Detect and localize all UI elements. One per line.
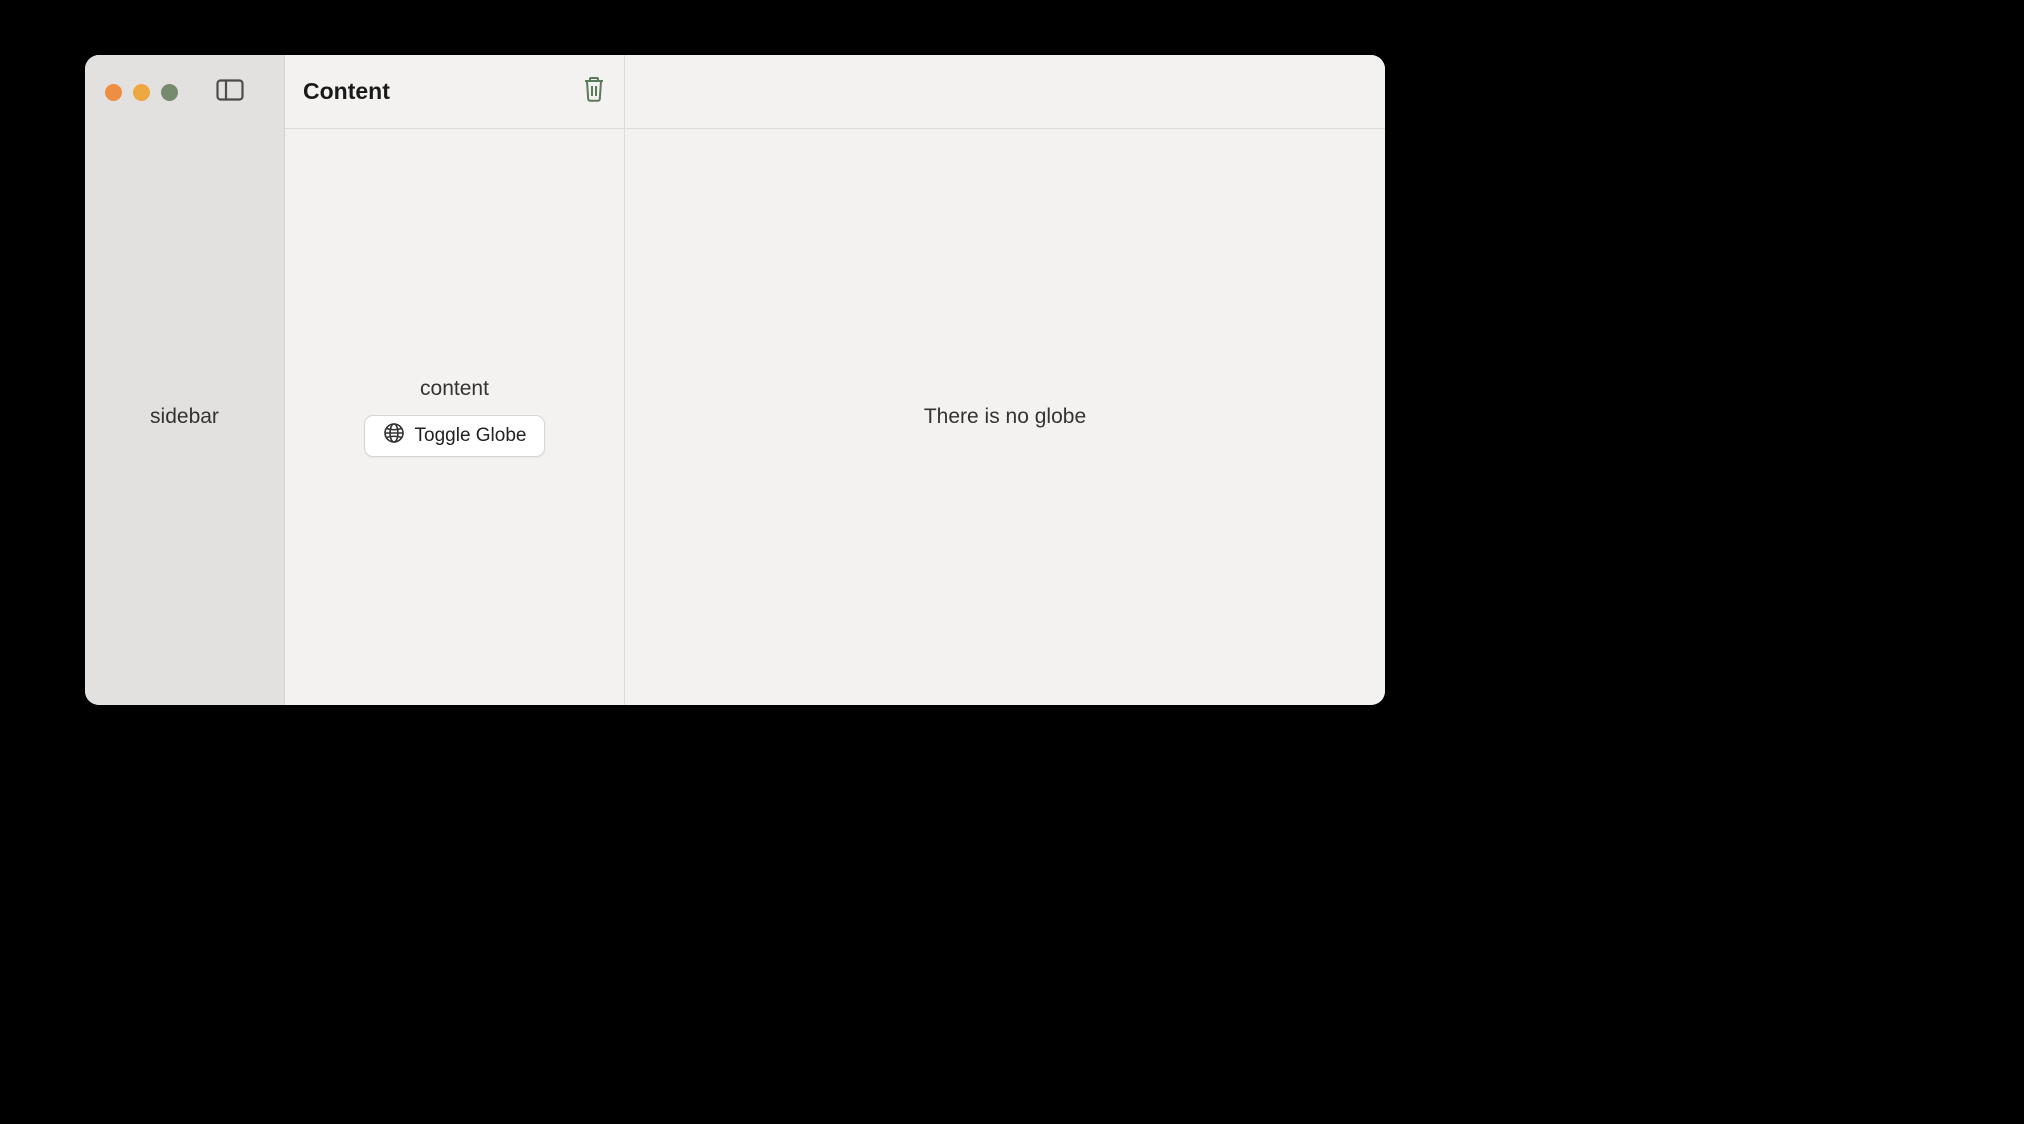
detail-panel: There is no globe — [625, 55, 1385, 705]
toggle-sidebar-button[interactable] — [216, 79, 244, 106]
detail-empty-text: There is no globe — [924, 405, 1086, 429]
sidebar-icon — [216, 79, 244, 106]
globe-icon — [383, 422, 405, 450]
trash-icon — [582, 75, 606, 108]
toggle-globe-label: Toggle Globe — [415, 425, 527, 447]
detail-header — [625, 55, 1385, 129]
traffic-lights — [105, 84, 178, 101]
close-window-button[interactable] — [105, 84, 122, 101]
content-panel: Content content — [285, 55, 625, 705]
app-window: sidebar Content content — [85, 55, 1385, 705]
toggle-globe-button[interactable]: Toggle Globe — [364, 415, 546, 457]
minimize-window-button[interactable] — [133, 84, 150, 101]
sidebar-label: sidebar — [150, 405, 219, 429]
content-title: Content — [303, 78, 390, 105]
sidebar-panel: sidebar — [85, 55, 285, 705]
content-header: Content — [285, 55, 624, 129]
detail-body: There is no globe — [625, 129, 1385, 705]
delete-button[interactable] — [582, 75, 606, 108]
sidebar-body: sidebar — [85, 129, 284, 705]
maximize-window-button[interactable] — [161, 84, 178, 101]
content-body-label: content — [420, 377, 489, 401]
window-titlebar — [85, 55, 284, 129]
content-body: content Toggle Globe — [285, 129, 624, 705]
